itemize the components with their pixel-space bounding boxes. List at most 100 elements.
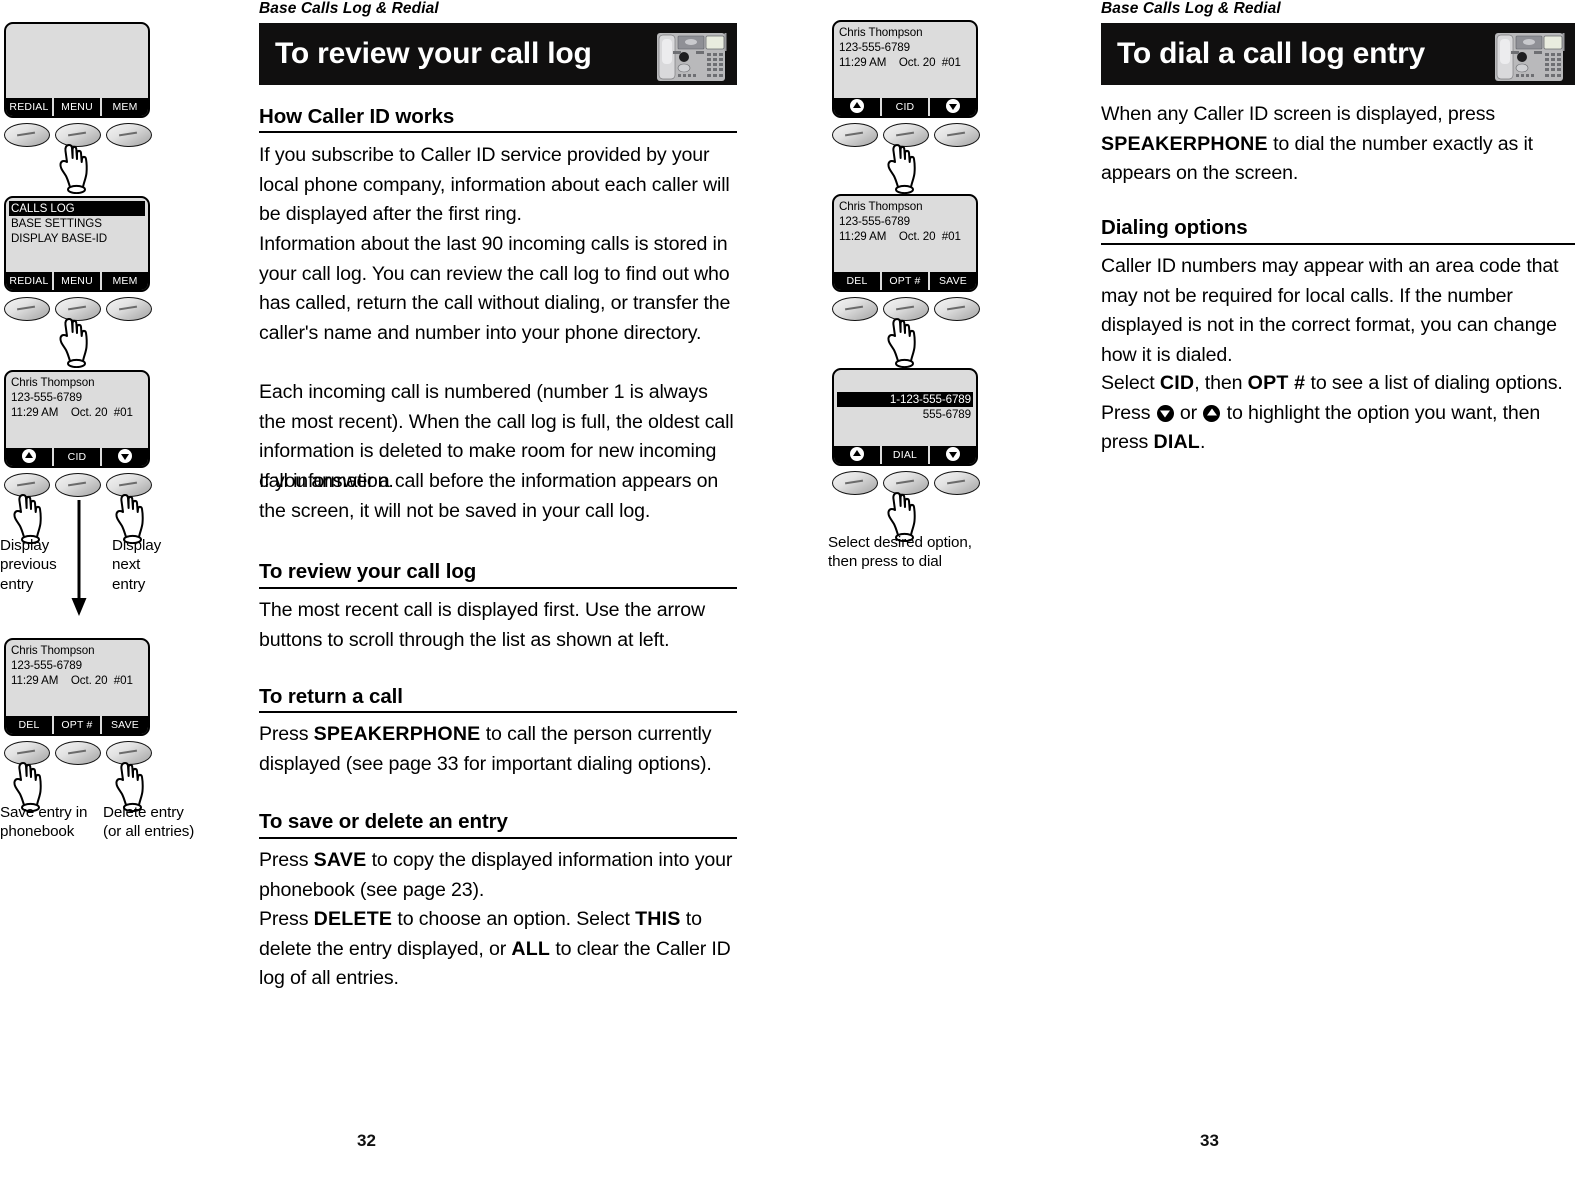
soft-button-right[interactable] [934, 471, 980, 495]
softkey-save[interactable]: SAVE [928, 272, 976, 290]
button-dash [16, 749, 36, 755]
softkey-up[interactable] [834, 98, 880, 116]
keyword-speakerphone: SPEAKERPHONE [313, 723, 481, 745]
call-time: 11:29 AM [839, 56, 887, 69]
keyword-this: THIS [635, 908, 681, 930]
paragraph: If you answer a call before the informat… [259, 470, 719, 522]
up-arrow-icon [22, 449, 36, 463]
caller-number: 123-555-6789 [11, 391, 83, 404]
soft-button-left[interactable] [832, 471, 878, 495]
softkey-down[interactable] [928, 446, 976, 464]
button-dash [895, 479, 915, 485]
softkey-menu[interactable]: MENU [52, 272, 100, 290]
call-index: #01 [941, 230, 961, 243]
softkey-del[interactable]: DEL [834, 272, 880, 290]
button-dash [67, 749, 87, 755]
banner-left: To review your call log [259, 23, 737, 85]
button-dash [16, 481, 36, 487]
softkey-menu[interactable]: MENU [52, 98, 100, 116]
paragraph-select: Select CID, then OPT # to see a list of … [1101, 369, 1575, 458]
keyword-dial: DIAL [1153, 431, 1200, 454]
button-dash [118, 749, 138, 755]
call-meta: 11:29 AM Oct. 20 #01 [839, 55, 971, 70]
button-dash [118, 305, 138, 311]
call-meta: 11:29 AM Oct. 20 #01 [11, 405, 143, 420]
call-index: #01 [941, 56, 961, 69]
lcd-screen-cid-entry: Chris Thompson 123-555-6789 11:29 AM Oct… [4, 370, 150, 468]
softkey-cid[interactable]: CID [52, 448, 100, 466]
rule [259, 587, 737, 589]
softkey-up[interactable] [6, 448, 52, 466]
button-dash [946, 479, 966, 485]
button-dash [16, 305, 36, 311]
text-run: to choose an option. Select [392, 908, 636, 930]
button-dash [67, 131, 87, 137]
softkey-save[interactable]: SAVE [100, 716, 148, 734]
menu-item-base-settings[interactable]: BASE SETTINGS [11, 216, 143, 231]
pointing-hand-icon [59, 144, 88, 194]
softkey-up[interactable] [834, 446, 880, 464]
softkey-cid[interactable]: CID [880, 98, 928, 116]
soft-button-right[interactable] [934, 123, 980, 147]
keyword-speakerphone: SPEAKERPHONE [1101, 132, 1268, 155]
softkey-dial[interactable]: DIAL [880, 446, 928, 464]
soft-button-middle[interactable] [55, 473, 101, 497]
softkey-opt[interactable]: OPT # [880, 272, 928, 290]
running-head-right: Base Calls Log & Redial [1101, 0, 1281, 17]
soft-button-left[interactable] [4, 297, 50, 321]
softkey-row: CID [6, 448, 148, 466]
up-arrow-icon [850, 447, 864, 461]
softkey-mem[interactable]: MEM [100, 98, 148, 116]
caller-name: Chris Thompson [839, 26, 923, 39]
soft-button-left[interactable] [4, 123, 50, 147]
pointing-hand-icon [887, 318, 916, 368]
soft-button-middle[interactable] [55, 741, 101, 765]
soft-button-right[interactable] [106, 123, 152, 147]
soft-button-left[interactable] [832, 297, 878, 321]
banner-title-left: To review your call log [275, 37, 592, 70]
call-date: Oct. 20 [70, 406, 108, 419]
button-dash [895, 305, 915, 311]
text-run: or [1174, 401, 1203, 424]
call-index: #01 [113, 674, 133, 687]
rule [259, 837, 737, 839]
call-time: 11:29 AM [11, 674, 59, 687]
soft-button-right[interactable] [934, 297, 980, 321]
rule [259, 711, 737, 713]
caller-name: Chris Thompson [839, 200, 923, 213]
softkey-row: DEL OPT # SAVE [834, 272, 976, 290]
softkey-opt[interactable]: OPT # [52, 716, 100, 734]
caption-line: Select desired option, [828, 534, 972, 551]
button-dash [67, 481, 87, 487]
phone-illustration-icon [1489, 27, 1569, 85]
keyword-cid: CID [1159, 372, 1195, 394]
paragraph-dialing: Caller ID numbers may appear with an are… [1101, 255, 1559, 366]
button-dash [118, 481, 138, 487]
dial-option-second[interactable]: 555-6789 [839, 407, 971, 422]
softkey-redial[interactable]: REDIAL [6, 98, 52, 116]
softkey-down[interactable] [100, 448, 148, 466]
soft-button-right[interactable] [106, 297, 152, 321]
softkey-mem[interactable]: MEM [100, 272, 148, 290]
caption-select-option: Select desired option, then press to dia… [828, 533, 988, 572]
softkey-row: DIAL [834, 446, 976, 464]
menu-item-display-base-id[interactable]: DISPLAY BASE-ID [11, 231, 143, 246]
soft-button-left[interactable] [832, 123, 878, 147]
keyword-save: SAVE [313, 849, 367, 871]
softkey-redial[interactable]: REDIAL [6, 272, 52, 290]
lcd-screen-cid-entry-options-2: Chris Thompson 123-555-6789 11:29 AM Oct… [832, 194, 978, 292]
caption-line: then press to dial [828, 553, 942, 571]
dial-option-highlighted[interactable]: 1-123-555-6789 [837, 392, 973, 407]
softkey-down[interactable] [928, 98, 976, 116]
page-number-left: 32 [357, 1131, 376, 1150]
keyword-delete: DELETE [313, 908, 393, 930]
softkey-row: CID [834, 98, 976, 116]
caption-line: Delete entry [103, 804, 184, 821]
menu-item-calls-log[interactable]: CALLS LOG [9, 201, 145, 216]
pointing-hand-icon [59, 318, 88, 368]
down-arrow-icon [118, 449, 132, 463]
softkey-del[interactable]: DEL [6, 716, 52, 734]
text-run: Press [259, 723, 314, 745]
rule [1101, 243, 1575, 245]
call-index: #01 [113, 406, 133, 419]
